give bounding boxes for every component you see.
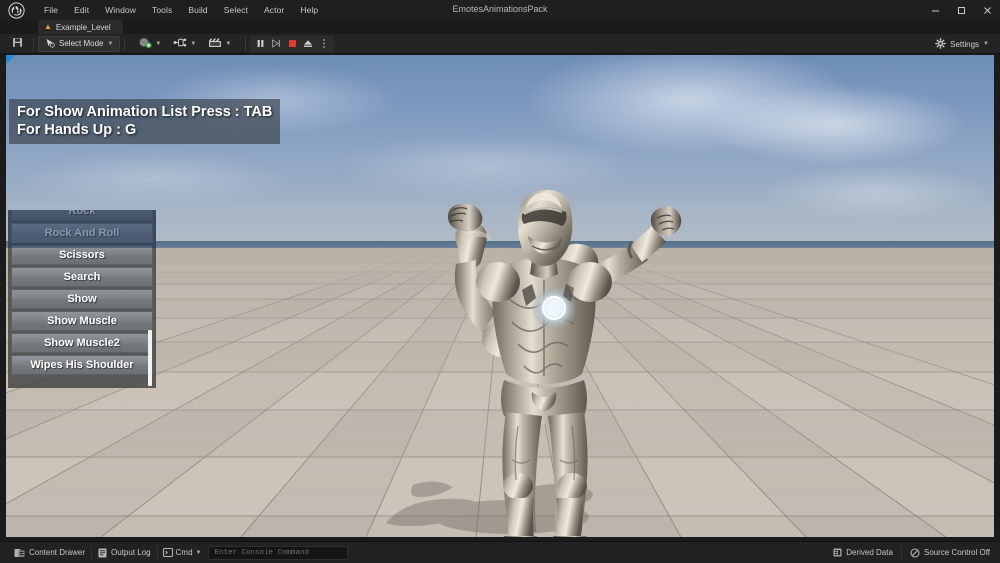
menu-item-select[interactable]: Select (216, 3, 256, 17)
chevron-down-icon: ▼ (155, 40, 162, 47)
unreal-logo-icon[interactable] (6, 0, 26, 20)
output-log-button[interactable]: Output Log (92, 545, 157, 560)
cinematics-button[interactable]: ▼ (204, 36, 235, 52)
character-mannequin (346, 130, 686, 537)
console-command-input[interactable] (208, 545, 349, 560)
animation-item-show-muscle[interactable]: Show Muscle (11, 311, 153, 331)
add-actor-button[interactable]: ▼ (135, 36, 165, 52)
settings-label: Settings (950, 39, 980, 49)
animation-item-rock[interactable]: Rock (11, 210, 153, 221)
source-control-label: Source Control Off (923, 548, 990, 557)
close-button[interactable] (974, 0, 1000, 20)
cmd-label: Cmd (175, 548, 193, 557)
add-actor-icon (139, 37, 153, 51)
cloud (766, 165, 986, 220)
blueprints-button[interactable]: ▼ (169, 36, 200, 52)
gear-icon (935, 37, 947, 51)
settings-button[interactable]: Settings ▼ (930, 36, 994, 52)
save-button[interactable] (8, 36, 27, 52)
chevron-down-icon: ▼ (225, 40, 232, 47)
level-icon: ▲ (44, 22, 52, 31)
source-control-button[interactable]: Source Control Off (904, 545, 996, 560)
minimize-button[interactable] (922, 0, 948, 20)
animation-item-show-muscle2[interactable]: Show Muscle2 (11, 333, 153, 353)
main-toolbar: Select Mode ▼ ▼ ▼ ▼ Settings ▼ (0, 34, 1000, 54)
console-icon (162, 548, 173, 557)
status-separator-3 (900, 545, 902, 560)
content-drawer-button[interactable]: Content Drawer (8, 545, 91, 560)
menu-item-file[interactable]: File (36, 3, 66, 17)
hud-line-hands-up: For Hands Up : G (17, 122, 137, 138)
select-mode-dropdown[interactable]: Select Mode ▼ (38, 35, 121, 52)
animation-item-show[interactable]: Show (11, 289, 153, 309)
source-control-off-icon (910, 547, 920, 558)
cloud (706, 85, 966, 165)
log-icon (98, 548, 107, 558)
chevron-down-icon: ▼ (107, 40, 114, 47)
cmd-dropdown[interactable]: Cmd ▼ (158, 545, 207, 560)
save-icon (12, 37, 23, 50)
level-tab-label: Example_Level (55, 22, 111, 32)
title-bar: File Edit Window Tools Build Select Acto… (0, 0, 1000, 20)
play-controls-group (250, 35, 335, 52)
cursor-icon (45, 38, 55, 50)
status-bar-right: Derived Data Source Control Off (827, 545, 996, 560)
animation-item-rock-and-roll[interactable]: Rock And Roll (11, 223, 153, 243)
active-viewport-indicator (6, 55, 15, 64)
content-drawer-label: Content Drawer (29, 548, 86, 557)
derived-data-button[interactable]: Derived Data (827, 545, 899, 560)
window-controls (922, 0, 1000, 20)
drawer-icon (14, 548, 25, 558)
play-options-button[interactable] (316, 36, 332, 52)
hud-instructions: For Show Animation List Press : TAB For … (9, 99, 281, 144)
level-viewport[interactable]: For Show Animation List Press : TAB For … (6, 55, 994, 537)
menu-item-tools[interactable]: Tools (144, 3, 180, 17)
toolbar-separator-3 (245, 36, 247, 51)
menu-item-edit[interactable]: Edit (66, 3, 97, 17)
blueprints-icon (173, 37, 187, 50)
frame-step-button[interactable] (268, 36, 284, 52)
output-log-label: Output Log (111, 548, 151, 557)
menu-bar: File Edit Window Tools Build Select Acto… (36, 3, 326, 17)
eject-button[interactable] (300, 36, 316, 52)
chevron-down-icon: ▼ (195, 549, 202, 556)
menu-item-help[interactable]: Help (292, 3, 326, 17)
menu-item-actor[interactable]: Actor (256, 3, 292, 17)
animation-item-scissors[interactable]: Scissors (11, 245, 153, 265)
cinematics-icon (208, 37, 222, 50)
tab-example-level[interactable]: ▲ Example_Level (38, 20, 123, 34)
derived-data-icon (833, 548, 842, 557)
unreal-editor-window: File Edit Window Tools Build Select Acto… (0, 0, 1000, 563)
toolbar-separator-2 (124, 36, 126, 51)
derived-data-label: Derived Data (846, 548, 893, 557)
menu-item-window[interactable]: Window (97, 3, 144, 17)
chevron-down-icon: ▼ (983, 41, 989, 47)
level-tab-row: ▲ Example_Level (0, 20, 1000, 34)
animation-list-scrollbar[interactable] (148, 330, 152, 386)
hud-line-animation-list: For Show Animation List Press : TAB (17, 104, 273, 120)
animation-item-search[interactable]: Search (11, 267, 153, 287)
status-bar: Content Drawer Output Log Cmd ▼ Enter Co… (0, 541, 1000, 563)
maximize-button[interactable] (948, 0, 974, 20)
chevron-down-icon: ▼ (190, 40, 197, 47)
animation-item-wipes-his-shoulder[interactable]: Wipes His Shoulder (11, 355, 153, 375)
select-mode-label: Select Mode (59, 39, 104, 48)
cloud (26, 150, 286, 205)
toolbar-separator-1 (33, 36, 34, 51)
stop-button[interactable] (284, 36, 300, 52)
pause-button[interactable] (252, 36, 268, 52)
animation-list-panel[interactable]: Rock Rock And Roll Scissors Search Show … (8, 210, 156, 388)
menu-item-build[interactable]: Build (180, 3, 215, 17)
